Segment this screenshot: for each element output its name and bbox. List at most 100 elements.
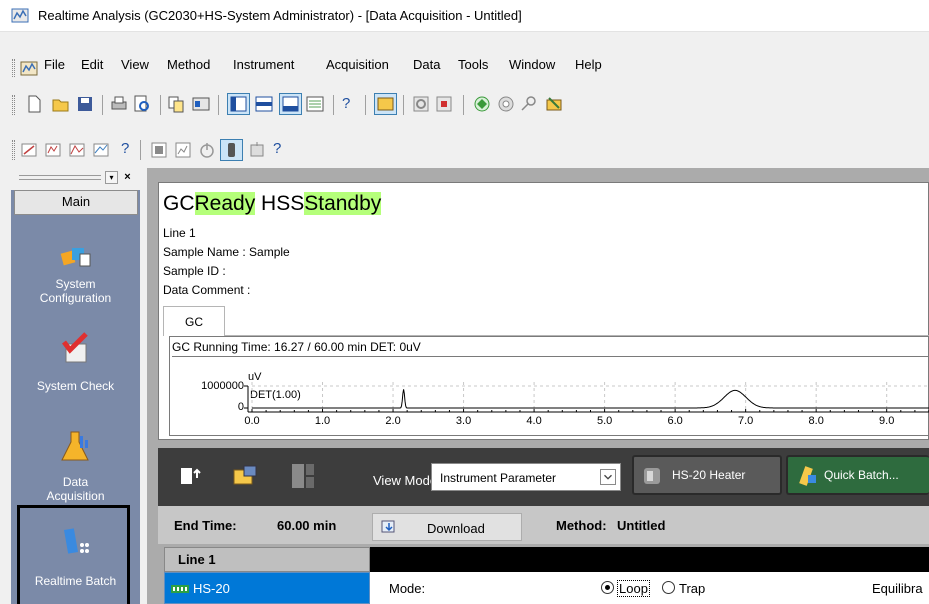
download-icon: [381, 520, 395, 533]
assistant-bar-header: ▾ ×: [11, 168, 140, 190]
menu-instrument[interactable]: Instrument: [233, 57, 294, 72]
x-tick-label: 1.0: [315, 415, 330, 427]
mode-trap-label[interactable]: Trap: [679, 581, 705, 596]
settings-icon[interactable]: [497, 95, 515, 113]
sidebar-dropdown-icon[interactable]: ▾: [105, 171, 118, 184]
menu-help[interactable]: Help: [575, 57, 602, 72]
hs20-heater-button[interactable]: HS-20 Heater: [632, 455, 782, 495]
chevron-down-icon[interactable]: [600, 469, 616, 485]
y-tick-top: 1000000: [201, 380, 244, 392]
layout-left-icon[interactable]: [227, 93, 250, 115]
instrument-settings-icon[interactable]: [232, 464, 258, 488]
open-folder-icon[interactable]: [52, 95, 70, 113]
system-check-icon: [61, 332, 88, 363]
view-table-icon[interactable]: [150, 141, 168, 159]
menu-file[interactable]: File: [44, 57, 65, 72]
toolbar-separator: [463, 95, 464, 115]
x-tick-label: 7.0: [738, 415, 753, 427]
print-icon[interactable]: [110, 95, 128, 113]
toolbar-separator: [365, 95, 366, 115]
help-icon[interactable]: ?: [342, 95, 350, 112]
sidebar-item-label: System Check: [36, 379, 115, 393]
download-button[interactable]: Download: [372, 513, 522, 541]
x-tick-label: 2.0: [385, 415, 400, 427]
gc-label: GC: [163, 192, 195, 215]
copy-icon[interactable]: [167, 95, 185, 113]
menu-grip[interactable]: [12, 59, 15, 77]
tab-gc[interactable]: GC: [163, 306, 225, 336]
toolbar-grip[interactable]: [12, 140, 15, 160]
report-icon[interactable]: [192, 95, 210, 113]
new-file-icon[interactable]: [25, 95, 43, 113]
view-graph-icon[interactable]: [174, 141, 192, 159]
data-icon[interactable]: [44, 141, 62, 159]
quick-batch-button[interactable]: Quick Batch...: [786, 455, 929, 495]
sidebar-item-label: System Configuration: [39, 277, 112, 305]
hss-label: HSS: [261, 192, 305, 215]
pause-icon[interactable]: [220, 139, 243, 161]
help-icon[interactable]: ?: [121, 140, 129, 157]
sidebar-item-system-configuration[interactable]: System Configuration: [11, 236, 140, 305]
hs20-label: HS-20: [193, 581, 230, 596]
equilibrate-label: Equilibra: [872, 581, 923, 596]
print-preview-icon[interactable]: [133, 95, 151, 113]
menu-data[interactable]: Data: [413, 57, 440, 72]
sidebar-item-realtime-batch[interactable]: Realtime Batch: [11, 525, 140, 588]
toolbar-grip[interactable]: [12, 95, 15, 115]
list-item-hs20[interactable]: HS-20: [164, 572, 370, 604]
instrument-monitor-icon[interactable]: [374, 93, 397, 115]
key-icon[interactable]: [520, 95, 538, 113]
method-info-row: [158, 506, 929, 544]
save-icon[interactable]: [76, 95, 94, 113]
start-icon[interactable]: [473, 95, 491, 113]
system-configuration-icon: [60, 248, 90, 267]
instrument-icon[interactable]: [412, 95, 430, 113]
y-unit-label: uV: [248, 371, 262, 383]
menu-tools[interactable]: Tools: [458, 57, 488, 72]
mode-trap-radio[interactable]: [662, 581, 675, 594]
menu-view[interactable]: View: [121, 57, 149, 72]
menu-window[interactable]: Window: [509, 57, 555, 72]
instrument-status: GCReady HSSStandby: [163, 192, 382, 216]
toolbar-separator: [160, 95, 161, 115]
menu-acquisition[interactable]: Acquisition: [326, 57, 389, 72]
gc-status-badge: Ready: [194, 192, 256, 215]
quick-batch-icon: [799, 466, 816, 486]
compare-icon[interactable]: [92, 141, 110, 159]
sidebar-tab-main[interactable]: Main: [14, 190, 138, 215]
line-header: Line 1: [164, 547, 370, 572]
layout-bottom-icon[interactable]: [279, 93, 302, 115]
layout-list-icon[interactable]: [306, 95, 324, 113]
chromatogram-icon[interactable]: [68, 141, 86, 159]
stop-icon[interactable]: [248, 141, 266, 159]
download-label: Download: [427, 521, 485, 536]
menu-edit[interactable]: Edit: [81, 57, 103, 72]
sidebar-item-data-acquisition[interactable]: Data Acquisition: [11, 430, 140, 503]
line-header-label: Line 1: [178, 552, 216, 567]
hss-status-badge: Standby: [304, 192, 382, 215]
mode-loop-label[interactable]: Loop: [617, 580, 650, 597]
x-tick-label: 6.0: [667, 415, 682, 427]
view-mode-select[interactable]: Instrument Parameter: [431, 463, 621, 491]
sidebar-item-system-check[interactable]: System Check: [11, 330, 140, 393]
mode-loop-radio[interactable]: [601, 581, 614, 594]
layout-toggle-icon[interactable]: [290, 462, 316, 490]
y-tick-zero: 0: [238, 401, 244, 413]
mdi-app-icon[interactable]: [20, 60, 38, 77]
stop-instrument-icon[interactable]: [435, 95, 453, 113]
heater-icon: [644, 468, 660, 484]
x-tick-label: 0.0: [244, 415, 259, 427]
data-edit-icon[interactable]: [20, 141, 38, 159]
expand-panel-icon[interactable]: [179, 464, 203, 488]
help-icon[interactable]: ?: [273, 140, 281, 157]
x-tick-label: 3.0: [456, 415, 471, 427]
layout-center-icon[interactable]: [255, 95, 273, 113]
tools-icon[interactable]: [545, 95, 563, 113]
sidebar-close-icon[interactable]: ×: [121, 171, 134, 184]
sample-name: Sample Name : Sample: [163, 245, 290, 259]
power-icon[interactable]: [198, 141, 216, 159]
menu-method[interactable]: Method: [167, 57, 210, 72]
quick-batch-label: Quick Batch...: [824, 468, 899, 482]
hs20-device-icon: [171, 585, 189, 593]
end-time-value: 60.00 min: [277, 518, 337, 533]
